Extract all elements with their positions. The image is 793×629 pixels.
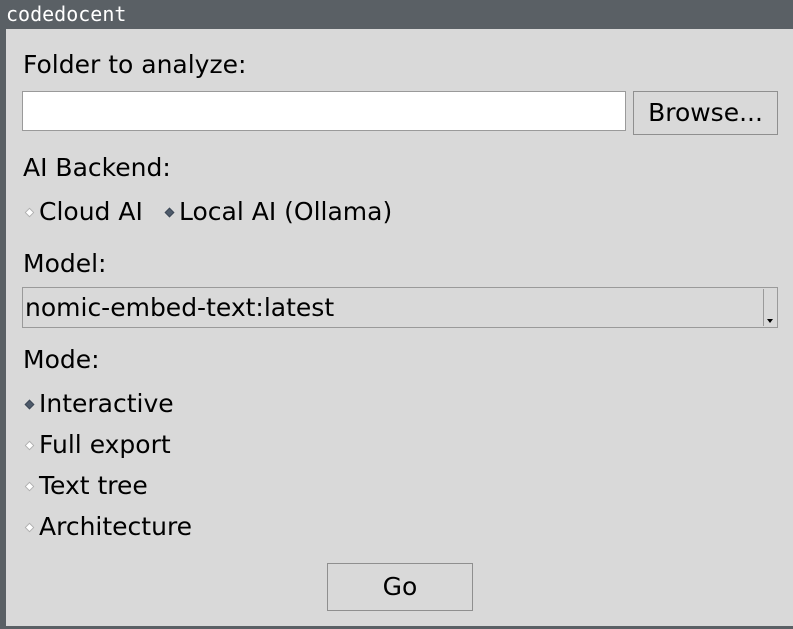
radio-local-ai[interactable]: Local AI (Ollama) [163,197,392,227]
radio-local-ai-label: Local AI (Ollama) [179,197,393,226]
radio-indicator-icon [24,481,35,491]
radio-indicator-icon [24,522,35,532]
chevron-down-icon[interactable] [763,289,776,326]
radio-text-tree[interactable]: Text tree [23,471,148,501]
backend-label: AI Backend: [23,153,171,182]
radio-cloud-ai-label: Cloud AI [39,197,143,226]
model-select[interactable]: nomic-embed-text:latest [22,287,778,328]
folder-input[interactable] [22,91,626,131]
model-label: Model: [23,249,107,278]
radio-architecture-label: Architecture [39,512,193,541]
radio-text-tree-label: Text tree [39,471,148,500]
model-select-value: nomic-embed-text:latest [25,293,335,322]
window-title: codedocent [0,0,793,28]
radio-full-export-label: Full export [39,430,171,459]
radio-full-export[interactable]: Full export [23,430,171,460]
radio-cloud-ai[interactable]: Cloud AI [23,197,143,227]
radio-interactive-label: Interactive [39,389,174,418]
radio-interactive[interactable]: Interactive [23,389,174,419]
radio-selected-indicator-icon [164,207,175,217]
main-panel: Folder to analyze: Browse... AI Backend:… [6,29,793,626]
go-button[interactable]: Go [327,563,473,611]
folder-label: Folder to analyze: [23,50,247,79]
radio-architecture[interactable]: Architecture [23,512,192,542]
radio-selected-indicator-icon [24,399,35,409]
browse-button[interactable]: Browse... [633,91,778,135]
radio-indicator-icon [24,440,35,450]
radio-indicator-icon [24,207,35,217]
mode-label: Mode: [23,345,100,374]
